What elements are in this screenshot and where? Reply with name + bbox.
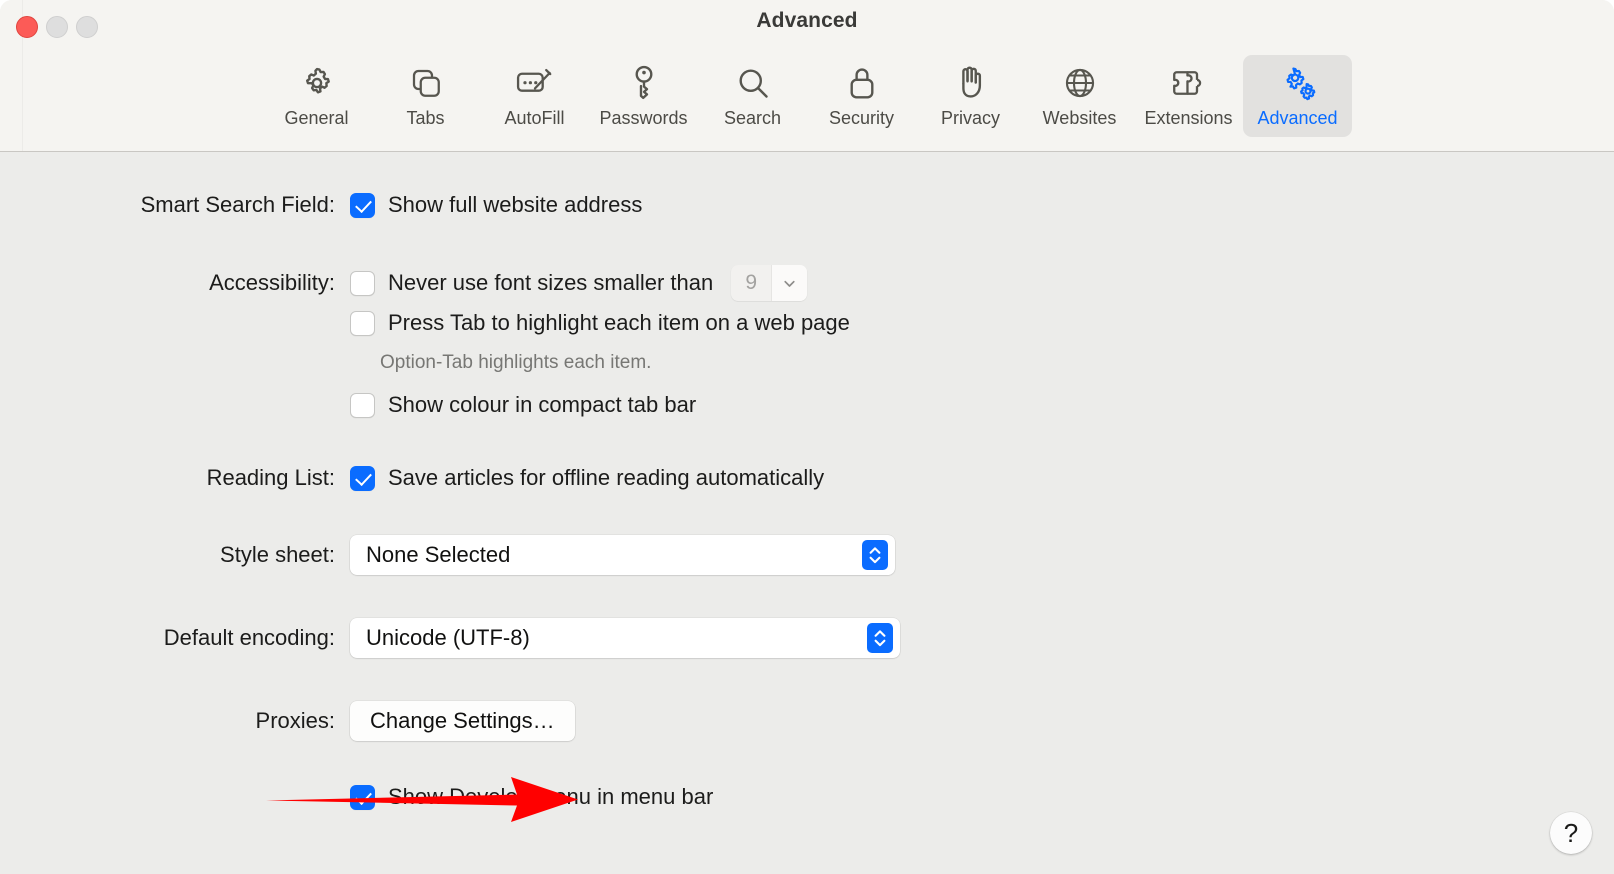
style-sheet-popup[interactable]: None Selected [350,535,895,575]
help-button[interactable]: ? [1550,812,1592,854]
autofill-icon [515,64,555,102]
chevron-up-down-icon[interactable] [867,623,893,653]
row-default-encoding: Default encoding: Unicode (UTF-8) [105,618,900,658]
checkbox-label: Never use font sizes smaller than [388,270,714,295]
tab-autofill[interactable]: AutoFill [480,55,589,137]
default-encoding-popup[interactable]: Unicode (UTF-8) [350,618,900,658]
save-articles-offline-checkbox[interactable]: Save articles for offline reading automa… [350,465,824,491]
close-window-button[interactable] [16,16,38,38]
puzzle-icon [1169,64,1209,102]
tab-label: Security [828,108,895,128]
tab-label: Privacy [940,108,1000,128]
tab-search[interactable]: Search [698,55,807,137]
proxies-label: Proxies: [255,708,335,733]
tab-tabs[interactable]: Tabs [371,55,480,137]
key-icon [627,64,661,102]
tab-security[interactable]: Security [807,55,916,137]
maximise-window-button[interactable] [76,16,98,38]
chevron-up-down-icon[interactable] [862,540,888,570]
tab-label: AutoFill [504,108,565,128]
style-sheet-label: Style sheet: [220,542,335,567]
titlebar-toolbar: Advanced General Tabs AutoFill Passwords… [0,0,1614,152]
search-icon [735,64,771,102]
row-develop-menu: Show Develop menu in menu bar [350,784,713,810]
tab-passwords[interactable]: Passwords [589,55,698,137]
row-proxies: Proxies: Change Settings… [105,701,575,741]
chevron-down-icon[interactable] [771,265,808,301]
checkbox-box[interactable] [350,465,375,491]
minimise-window-button[interactable] [46,16,68,38]
globe-icon [1062,64,1098,102]
tab-websites[interactable]: Websites [1025,55,1134,137]
tab-label: Websites [1042,108,1117,128]
tab-label: Extensions [1144,108,1233,128]
preferences-window: Advanced General Tabs AutoFill Passwords… [0,0,1614,874]
row-option-tab-hint: Option-Tab highlights each item. [380,352,651,374]
default-encoding-value: Unicode (UTF-8) [366,625,530,650]
tab-extensions[interactable]: Extensions [1134,55,1243,137]
default-encoding-label: Default encoding: [163,625,335,650]
minimum-font-size-value: 9 [745,271,758,294]
tab-label: Search [723,108,782,128]
row-reading-list: Reading List: Save articles for offline … [105,465,824,491]
tab-label: Tabs [406,108,445,128]
reading-list-label: Reading List: [206,465,335,490]
change-settings-button[interactable]: Change Settings… [350,701,575,741]
smart-search-field-label: Smart Search Field: [140,192,335,217]
window-title: Advanced [756,9,858,32]
row-accessibility-press-tab: Press Tab to highlight each item on a we… [350,310,850,336]
tab-general[interactable]: General [262,55,371,137]
row-accessibility-min-font: Accessibility: Never use font sizes smal… [105,265,808,301]
checkbox-box[interactable] [350,270,375,296]
accessibility-label: Accessibility: [209,270,335,295]
checkbox-label: Show colour in compact tab bar [388,392,697,417]
hand-icon [954,64,988,102]
checkbox-label: Show full website address [388,192,643,217]
show-develop-menu-checkbox[interactable]: Show Develop menu in menu bar [350,784,713,810]
checkbox-box[interactable] [350,192,375,218]
show-full-website-address-checkbox[interactable]: Show full website address [350,192,642,218]
tab-advanced[interactable]: Advanced [1243,55,1352,137]
checkbox-box[interactable] [350,784,375,810]
row-smart-search-field: Smart Search Field: Show full website ad… [105,192,642,218]
never-use-font-sizes-smaller-than-checkbox[interactable]: Never use font sizes smaller than [350,270,713,296]
tab-label: Advanced [1257,108,1338,128]
traffic-lights [16,16,98,38]
show-colour-in-compact-tab-bar-checkbox[interactable]: Show colour in compact tab bar [350,392,696,418]
advanced-settings-panel: Smart Search Field: Show full website ad… [0,152,1614,874]
row-style-sheet: Style sheet: None Selected [105,535,895,575]
option-tab-hint: Option-Tab highlights each item. [380,352,652,373]
checkbox-label: Save articles for offline reading automa… [388,465,825,490]
minimum-font-size-popup[interactable]: 9 [731,265,808,301]
tab-privacy[interactable]: Privacy [916,55,1025,137]
style-sheet-value: None Selected [366,542,511,567]
preferences-tabbar: General Tabs AutoFill Passwords Search S… [0,55,1614,137]
tabs-icon [408,64,444,102]
press-tab-to-highlight-checkbox[interactable]: Press Tab to highlight each item on a we… [350,310,850,336]
checkbox-box[interactable] [350,310,375,336]
tab-label: Passwords [599,108,688,128]
checkbox-box[interactable] [350,392,375,418]
row-accessibility-compact-tab-colour: Show colour in compact tab bar [350,392,696,418]
gear-icon [298,64,336,102]
checkbox-label: Press Tab to highlight each item on a we… [388,310,850,335]
gears-icon [1278,64,1318,102]
checkbox-label: Show Develop menu in menu bar [388,784,714,809]
tab-label: General [284,108,349,128]
lock-icon [846,64,878,102]
